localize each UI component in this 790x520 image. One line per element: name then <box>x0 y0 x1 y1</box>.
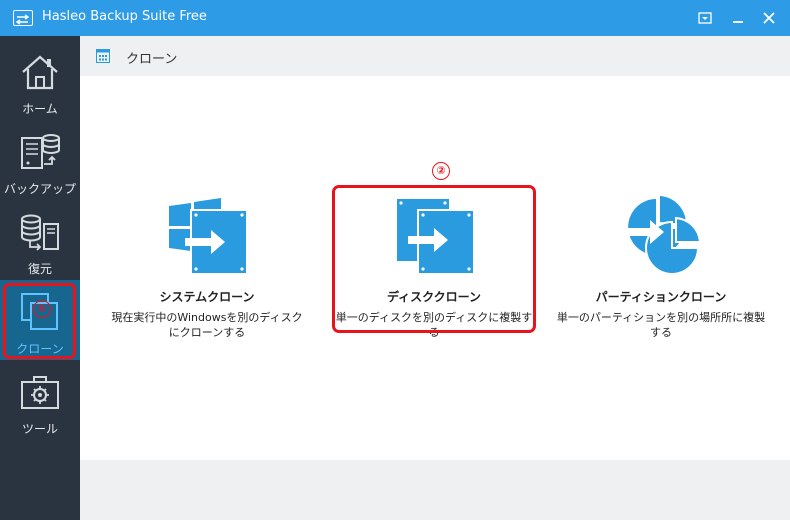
close-icon[interactable] <box>759 8 779 28</box>
highlight-box-clone <box>3 283 76 359</box>
sidebar-item-restore[interactable]: 復元 <box>0 200 80 280</box>
restore-icon <box>21 214 59 251</box>
system-clone-icon <box>169 198 248 275</box>
window-title: Hasleo Backup Suite Free <box>42 9 207 24</box>
sidebar-item-label: バックアップ <box>3 182 76 196</box>
sidebar-item-label: ツール <box>21 422 58 436</box>
backup-icon <box>21 134 60 169</box>
dropdown-menu-icon[interactable] <box>695 8 715 28</box>
tools-icon <box>21 376 59 409</box>
sidebar-item-label: 復元 <box>27 262 52 276</box>
app-logo-icon <box>13 10 33 26</box>
partition-clone-description: 単一のパーティションを別の場所所に複製する <box>556 311 766 339</box>
sidebar: ホーム バックアップ 復元 ① クローン ツール <box>0 36 80 520</box>
minimize-icon[interactable] <box>728 8 748 28</box>
main-content: ② システムクローン 現在実行中のWindowsを別のディスクにクローンする デ… <box>80 76 790 460</box>
sidebar-item-label: ホーム <box>22 102 58 116</box>
title-bar: Hasleo Backup Suite Free <box>0 0 790 36</box>
highlight-box-disk-clone <box>332 185 536 333</box>
partition-clone-title: パーティションクローン <box>595 290 727 304</box>
page-title: クローン <box>126 52 178 67</box>
system-clone-title: システムクローン <box>159 290 255 304</box>
sidebar-item-home[interactable]: ホーム <box>0 40 80 120</box>
sidebar-item-clone[interactable]: ① クローン <box>0 280 80 360</box>
step-marker-2: ② <box>432 162 450 180</box>
home-icon <box>22 55 58 90</box>
sidebar-item-tools[interactable]: ツール <box>0 360 80 440</box>
partition-clone-icon <box>626 196 702 275</box>
grid-icon <box>96 49 110 63</box>
system-clone-description: 現在実行中のWindowsを別のディスクにクローンする <box>111 311 303 339</box>
partition-clone-card[interactable]: パーティションクローン 単一のパーティションを別の場所所に複製する <box>556 196 766 346</box>
system-clone-card[interactable]: システムクローン 現在実行中のWindowsを別のディスクにクローンする <box>107 196 307 346</box>
footer-area <box>80 460 790 520</box>
page-header: クローン <box>80 36 790 76</box>
sidebar-item-backup[interactable]: バックアップ <box>0 120 80 200</box>
